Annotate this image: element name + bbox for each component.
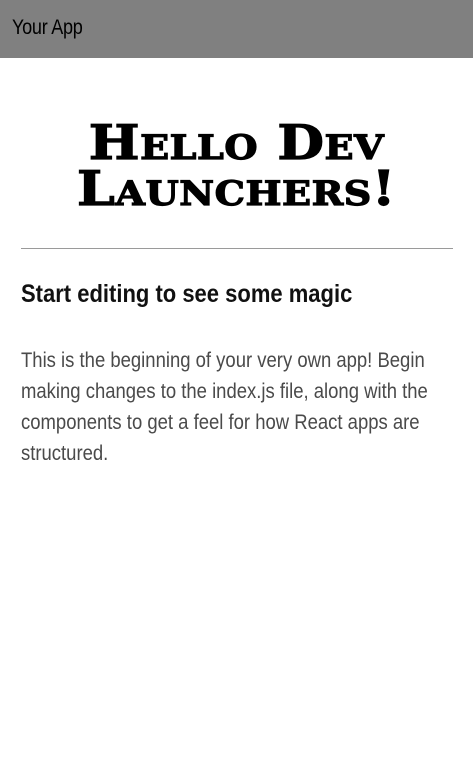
- app-bar: Your App: [0, 0, 473, 58]
- subheading: Start editing to see some magic: [21, 280, 353, 308]
- divider: [21, 248, 453, 249]
- description-paragraph: This is the beginning of your very own a…: [21, 349, 428, 465]
- hero-title: Hello Dev Launchers!: [76, 115, 397, 217]
- main-content: Hello Dev Launchers! Start editing to se…: [0, 58, 473, 765]
- app-title: Your App: [12, 16, 83, 39]
